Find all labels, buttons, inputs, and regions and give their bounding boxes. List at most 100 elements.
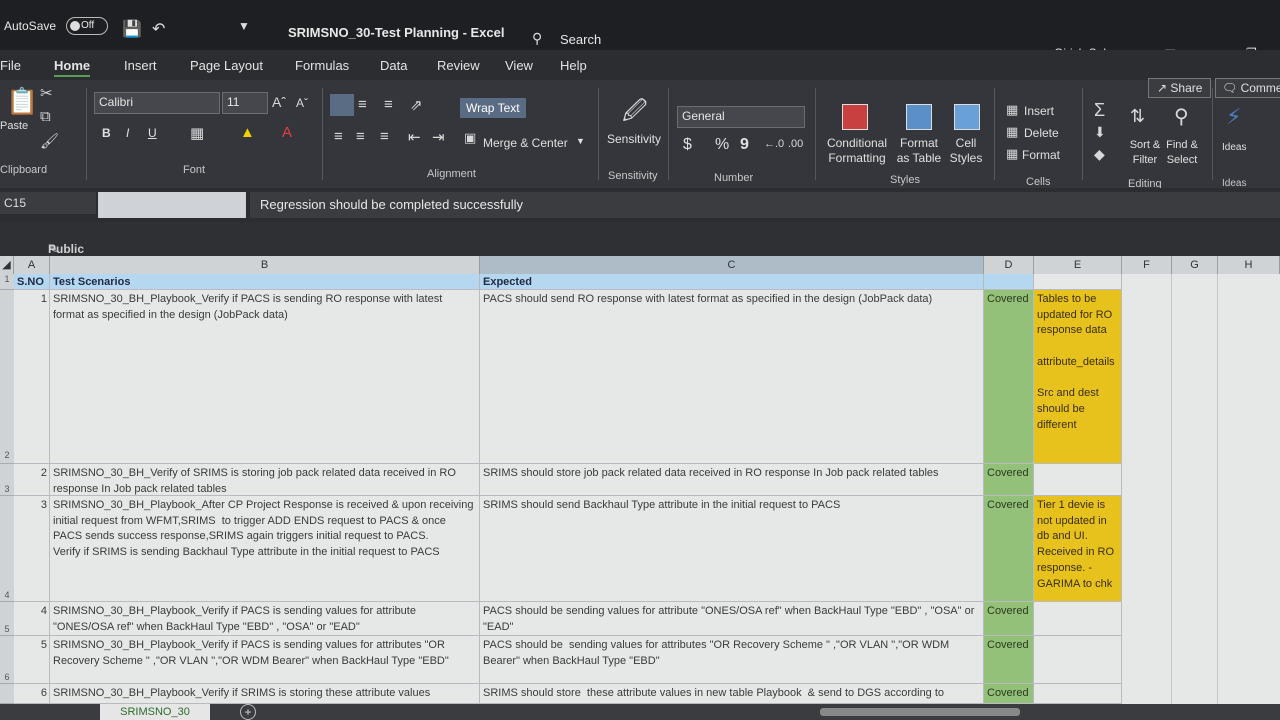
align-middle-icon[interactable]: ≡ bbox=[358, 96, 367, 113]
sensitivity-icon[interactable]: 🖉 bbox=[622, 94, 648, 135]
header-status[interactable] bbox=[984, 274, 1034, 290]
align-left-icon[interactable]: ≡ bbox=[334, 128, 343, 145]
fill-icon[interactable]: ⬇ bbox=[1094, 124, 1106, 141]
align-bottom-icon[interactable]: ≡ bbox=[384, 96, 393, 113]
ideas-button[interactable]: Ideas bbox=[1222, 142, 1246, 153]
table-row-notes[interactable] bbox=[1034, 602, 1122, 636]
table-row-sno[interactable]: 2 bbox=[14, 464, 50, 496]
insert-cells-button[interactable]: Insert bbox=[1024, 104, 1054, 118]
merge-icon[interactable]: ▣ bbox=[464, 130, 476, 146]
conditional-formatting-icon[interactable] bbox=[842, 104, 868, 130]
delete-cells-icon[interactable]: ▦ bbox=[1006, 124, 1018, 140]
delete-cells-button[interactable]: Delete bbox=[1024, 126, 1059, 140]
paste-icon[interactable]: 📋 bbox=[6, 86, 38, 117]
header-test-scenarios[interactable]: Test Scenarios bbox=[50, 274, 480, 290]
align-right-icon[interactable]: ≡ bbox=[380, 128, 389, 145]
table-row-status[interactable]: Covered bbox=[984, 290, 1034, 464]
cell-styles-button[interactable]: Cell Styles bbox=[946, 136, 986, 166]
sort-filter-icon[interactable]: ⇅ bbox=[1130, 106, 1145, 127]
table-row-sno[interactable]: 5 bbox=[14, 636, 50, 684]
search-icon[interactable]: ⚲ bbox=[532, 30, 542, 47]
table-row-status[interactable]: Covered bbox=[984, 602, 1034, 636]
tab-view[interactable]: View bbox=[505, 58, 533, 73]
format-cells-button[interactable]: Format bbox=[1022, 148, 1060, 162]
table-row-status[interactable]: Covered bbox=[984, 464, 1034, 496]
search-box[interactable]: Search bbox=[560, 32, 601, 47]
number-format-combo[interactable]: General bbox=[677, 106, 805, 128]
table-row-sno[interactable]: 1 bbox=[14, 290, 50, 464]
row-header-2[interactable]: 2 bbox=[0, 290, 14, 464]
header-expected[interactable]: Expected bbox=[480, 274, 984, 290]
align-top-icon[interactable] bbox=[330, 94, 354, 116]
increase-decimal-icon[interactable]: ←.0 bbox=[764, 138, 784, 150]
tab-help[interactable]: Help bbox=[560, 58, 587, 73]
table-row-sno[interactable]: 4 bbox=[14, 602, 50, 636]
merge-center-button[interactable]: Merge & Center bbox=[483, 136, 568, 150]
tab-insert[interactable]: Insert bbox=[124, 58, 157, 73]
grow-font-icon[interactable]: Aˆ bbox=[272, 94, 286, 110]
name-box[interactable]: C15 bbox=[0, 192, 96, 214]
tab-review[interactable]: Review bbox=[437, 58, 480, 73]
add-sheet-icon[interactable]: + bbox=[240, 704, 256, 720]
copy-icon[interactable]: ⧉ bbox=[40, 108, 51, 125]
header-sno[interactable]: S.NO bbox=[14, 274, 50, 290]
column-header-d[interactable]: D bbox=[984, 256, 1034, 274]
autosave-toggle[interactable]: Off bbox=[66, 17, 108, 35]
table-row-scenario[interactable]: SRIMSNO_30_BH_Playbook_Verify if SRIMS i… bbox=[50, 684, 480, 704]
format-as-table-icon[interactable] bbox=[906, 104, 932, 130]
table-row-notes[interactable] bbox=[1034, 464, 1122, 496]
conditional-formatting-button[interactable]: Conditional Formatting bbox=[822, 136, 892, 166]
cut-icon[interactable]: ✂ bbox=[40, 84, 53, 102]
column-header-c[interactable]: C bbox=[480, 256, 984, 274]
clear-icon[interactable]: ◆ bbox=[1094, 146, 1105, 163]
table-row-scenario[interactable]: SRIMSNO_30_BH_Playbook_Verify if PACS is… bbox=[50, 636, 480, 684]
row-header-4[interactable]: 4 bbox=[0, 496, 14, 602]
table-row-scenario[interactable]: SRIMSNO_30_BH_Playbook_Verify if PACS is… bbox=[50, 602, 480, 636]
undo-icon[interactable]: ↶ bbox=[152, 19, 165, 39]
format-cells-icon[interactable]: ▦ bbox=[1006, 146, 1018, 162]
save-icon[interactable]: 💾 bbox=[122, 19, 142, 39]
tab-home[interactable]: Home bbox=[54, 58, 91, 77]
format-painter-icon[interactable]: 🖌 bbox=[40, 132, 59, 150]
borders-icon[interactable]: ▦ bbox=[190, 124, 204, 142]
fill-color-icon[interactable]: ▲ bbox=[240, 124, 255, 141]
table-row-status[interactable]: Covered bbox=[984, 496, 1034, 602]
underline-button[interactable]: U bbox=[148, 126, 157, 140]
row-header-5[interactable]: 5 bbox=[0, 602, 14, 636]
table-row-scenario[interactable]: SRIMSNO_30_BH_Verify of SRIMS is storing… bbox=[50, 464, 480, 496]
horizontal-scrollbar[interactable] bbox=[820, 708, 1020, 716]
font-color-icon[interactable]: A bbox=[282, 124, 292, 141]
formula-input[interactable]: Regression should be completed successfu… bbox=[250, 192, 1280, 218]
merge-dropdown-icon[interactable]: ▼ bbox=[576, 136, 585, 146]
table-row-notes[interactable]: Tier 1 devie is not updated in db and UI… bbox=[1034, 496, 1122, 602]
table-row-expected[interactable]: PACS should be sending values for attrib… bbox=[480, 636, 984, 684]
font-name-combo[interactable]: Calibri bbox=[94, 92, 220, 114]
column-header-b[interactable]: B bbox=[50, 256, 480, 274]
decrease-decimal-icon[interactable]: .00 bbox=[788, 138, 803, 150]
sensitivity-button[interactable]: Sensitivity bbox=[607, 132, 661, 146]
row-header-3[interactable]: 3 bbox=[0, 464, 14, 496]
tab-data[interactable]: Data bbox=[380, 58, 407, 73]
row-header-6[interactable]: 6 bbox=[0, 636, 14, 684]
column-header-h[interactable]: H bbox=[1218, 256, 1280, 274]
align-center-icon[interactable]: ≡ bbox=[356, 128, 365, 145]
comma-style-button[interactable]: 9 bbox=[740, 136, 749, 154]
increase-indent-icon[interactable]: ⇥ bbox=[432, 128, 445, 146]
cell-styles-icon[interactable] bbox=[954, 104, 980, 130]
tab-formulas[interactable]: Formulas bbox=[295, 58, 349, 73]
column-header-e[interactable]: E bbox=[1034, 256, 1122, 274]
percent-button[interactable]: % bbox=[715, 136, 729, 154]
currency-button[interactable]: $ bbox=[683, 136, 692, 154]
column-header-g[interactable]: G bbox=[1172, 256, 1218, 274]
bold-button[interactable]: B bbox=[102, 126, 111, 140]
table-row-expected[interactable]: SRIMS should send Backhaul Type attribut… bbox=[480, 496, 984, 602]
tab-page-layout[interactable]: Page Layout bbox=[190, 58, 263, 73]
edit-pencil-icon[interactable]: ✎ bbox=[48, 242, 58, 256]
column-header-a[interactable]: A bbox=[14, 256, 50, 274]
format-as-table-button[interactable]: Format as Table bbox=[893, 136, 945, 166]
wrap-text-button[interactable]: Wrap Text bbox=[460, 98, 526, 118]
table-row-scenario[interactable]: SRIMSNO_30_BH_Playbook_Verify if PACS is… bbox=[50, 290, 480, 464]
comments-button[interactable]: 🗨 Comments bbox=[1215, 78, 1280, 98]
select-all-corner[interactable]: ◢ bbox=[0, 256, 14, 274]
table-row-expected[interactable]: PACS should send RO response with latest… bbox=[480, 290, 984, 464]
